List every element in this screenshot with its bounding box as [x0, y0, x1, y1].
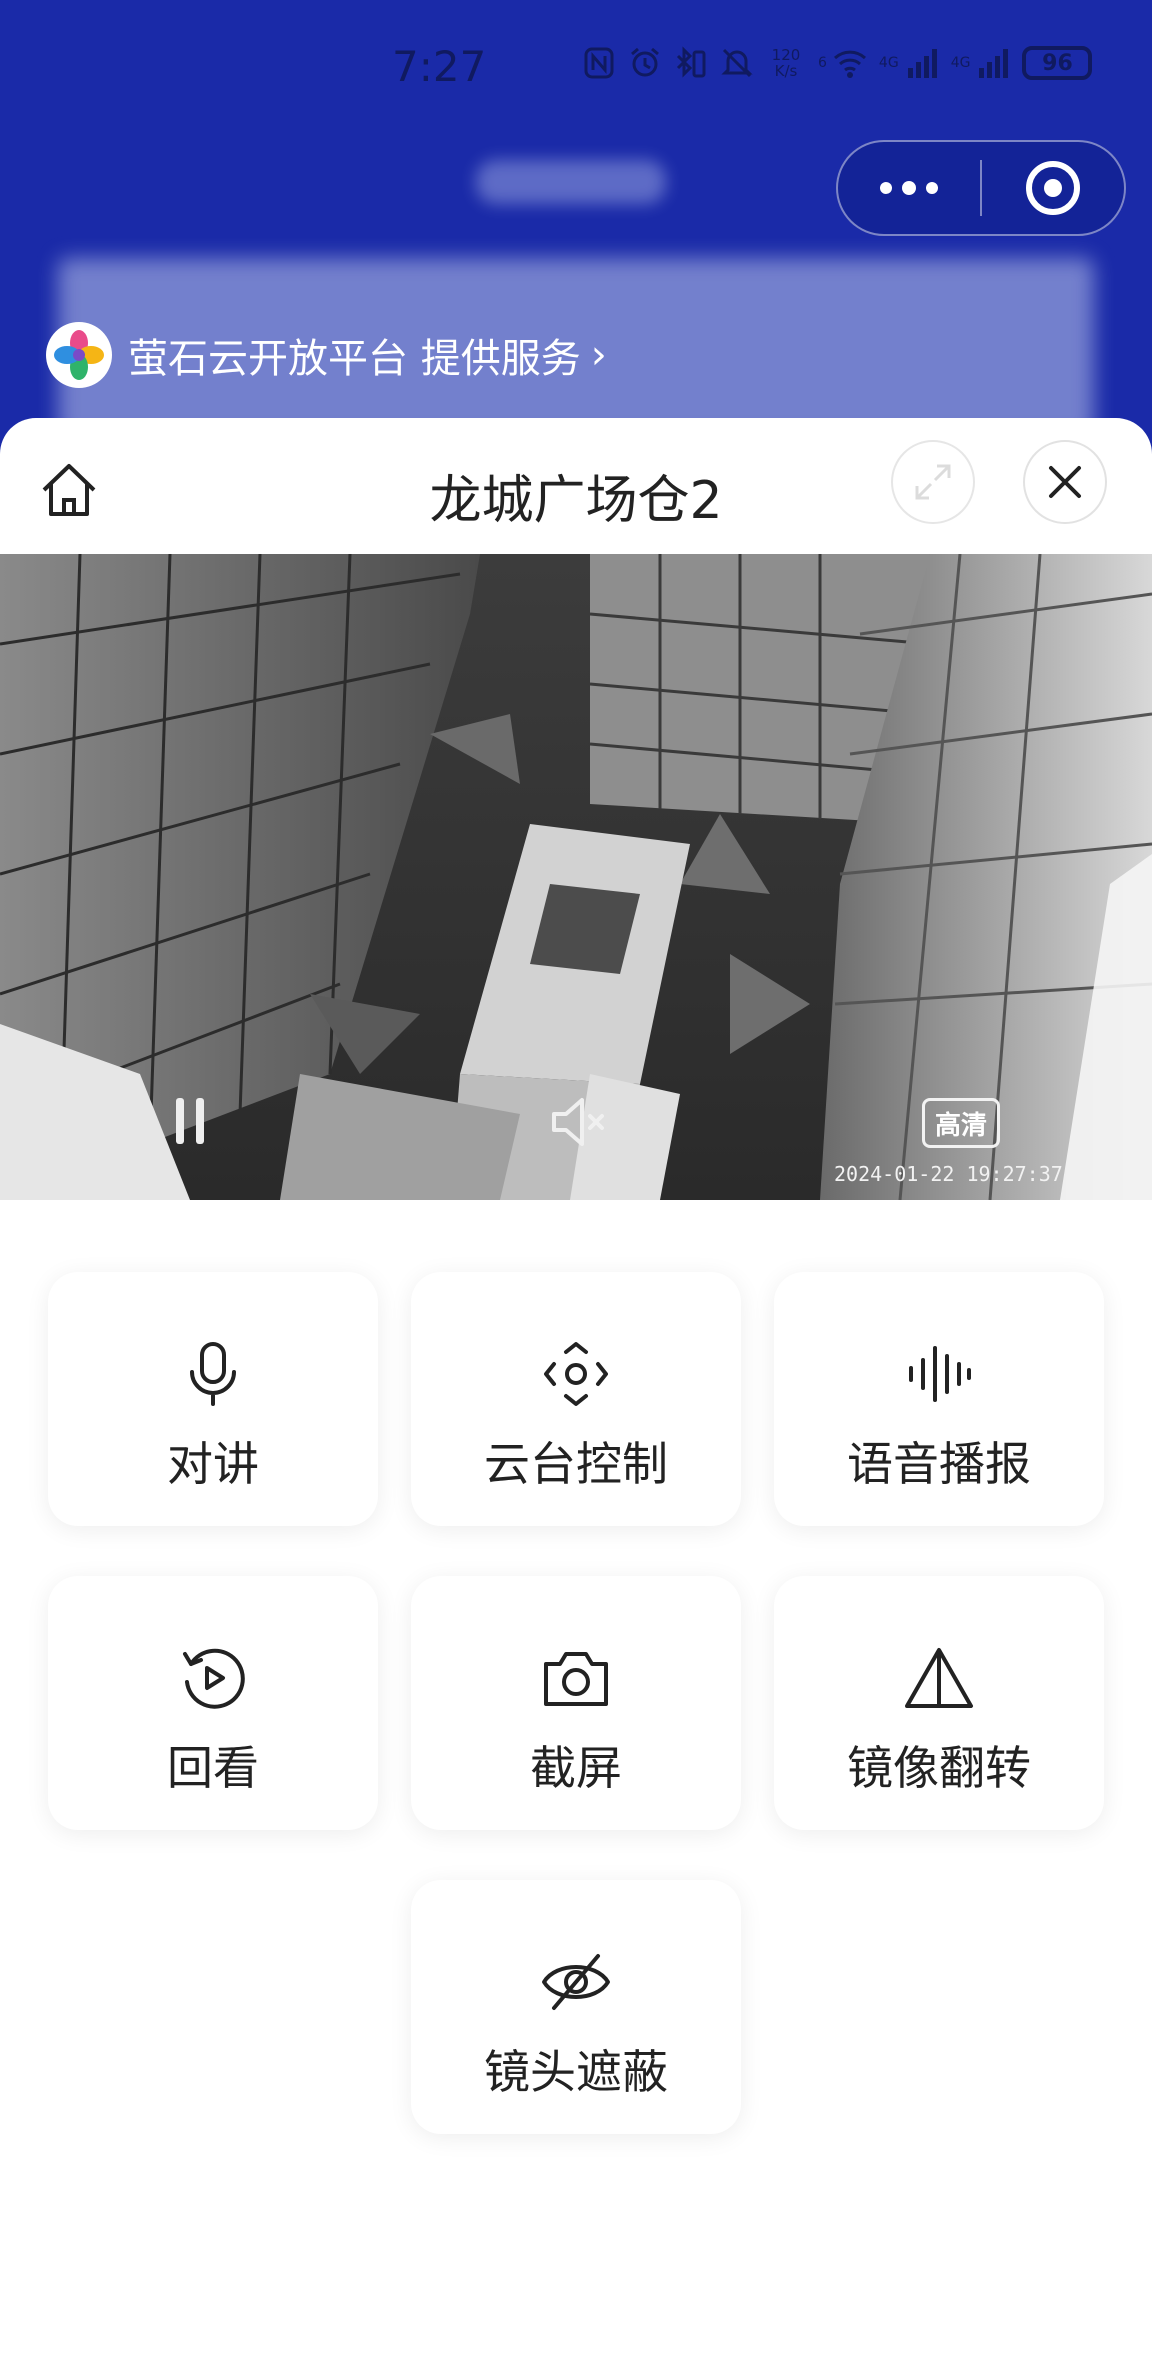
chevron-right-icon: ›	[590, 332, 607, 378]
camera-icon	[544, 1652, 608, 1706]
lens-cover-button[interactable]: 镜头遮蔽	[411, 1880, 741, 2134]
target-icon	[1025, 161, 1080, 215]
close-icon	[1049, 466, 1081, 498]
camera-live-view[interactable]: 高清 2024-01-22 19:27:37	[0, 554, 1152, 1200]
eye-off-icon	[542, 1954, 610, 2010]
talk-label: 对讲	[167, 1437, 259, 1491]
microphone-icon	[190, 1342, 236, 1406]
nfc-icon	[582, 46, 616, 80]
close-button[interactable]	[1023, 440, 1107, 524]
blurred-page-title	[476, 160, 666, 204]
more-menu-button[interactable]	[838, 142, 980, 234]
ezviz-logo-icon	[46, 322, 112, 388]
status-time: 7:27	[392, 42, 487, 91]
voice-broadcast-label: 语音播报	[847, 1437, 1031, 1491]
dot-icon	[902, 181, 916, 195]
pause-button[interactable]	[172, 1098, 212, 1146]
mirror-flip-button[interactable]: 镜像翻转	[774, 1576, 1104, 1830]
ptz-control-label: 云台控制	[484, 1437, 668, 1491]
lens-cover-label: 镜头遮蔽	[484, 2045, 668, 2099]
provider-text: 萤石云开放平台 提供服务	[128, 336, 581, 382]
ptz-control-button[interactable]: 云台控制	[411, 1272, 741, 1526]
device-title: 龙城广场仓2	[429, 471, 723, 531]
bluetooth-battery-icon	[674, 46, 708, 80]
expand-icon	[915, 464, 951, 500]
net-speed-unit: K/s	[774, 62, 798, 80]
status-icons: 120 K/s 6 4G 4G 96	[582, 46, 1093, 80]
provider-link[interactable]: 萤石云开放平台 提供服务 ›	[46, 322, 607, 388]
net-speed-value: 120	[771, 46, 801, 64]
device-sheet: 龙城广场仓2 高清 2024-01-22 19:27:37 对讲 云台控制 语音…	[0, 418, 1152, 2376]
talk-button[interactable]: 对讲	[48, 1272, 378, 1526]
playback-button[interactable]: 回看	[48, 1576, 378, 1830]
alarm-icon	[628, 46, 662, 80]
signal-label-1: 4G	[878, 55, 899, 71]
mini-program-capsule	[836, 140, 1126, 236]
dot-icon	[926, 182, 938, 194]
net-speed: 120 K/s	[766, 47, 806, 79]
battery-icon: 96	[1022, 46, 1093, 80]
sound-wave-icon	[909, 1346, 971, 1402]
playback-label: 回看	[167, 1741, 259, 1795]
mirror-flip-icon	[905, 1648, 973, 1708]
dot-icon	[880, 182, 892, 194]
wifi-icon	[833, 46, 867, 80]
ptz-control-icon	[544, 1342, 608, 1406]
voice-broadcast-button[interactable]: 语音播报	[774, 1272, 1104, 1526]
speaker-muted-icon	[552, 1098, 604, 1146]
quality-toggle-button[interactable]: 高清	[922, 1098, 1000, 1148]
video-timestamp: 2024-01-22 19:27:37	[834, 1162, 1063, 1186]
mute-icon	[720, 46, 754, 80]
exit-mini-program-button[interactable]	[982, 142, 1124, 234]
signal-icon	[976, 46, 1010, 80]
fullscreen-button[interactable]	[891, 440, 975, 524]
playback-icon	[183, 1648, 245, 1709]
pause-icon	[176, 1098, 184, 1144]
wifi-badge: 6	[818, 55, 827, 71]
status-bar: 7:27 120 K/s 6 4G 4G 96	[0, 0, 1152, 130]
mirror-flip-label: 镜像翻转	[847, 1741, 1031, 1795]
screenshot-button[interactable]: 截屏	[411, 1576, 741, 1830]
sheet-header: 龙城广场仓2	[0, 418, 1152, 554]
signal-icon	[905, 46, 939, 80]
mute-toggle-button[interactable]	[548, 1092, 608, 1152]
screenshot-label: 截屏	[530, 1741, 622, 1795]
signal-label-2: 4G	[950, 55, 971, 71]
